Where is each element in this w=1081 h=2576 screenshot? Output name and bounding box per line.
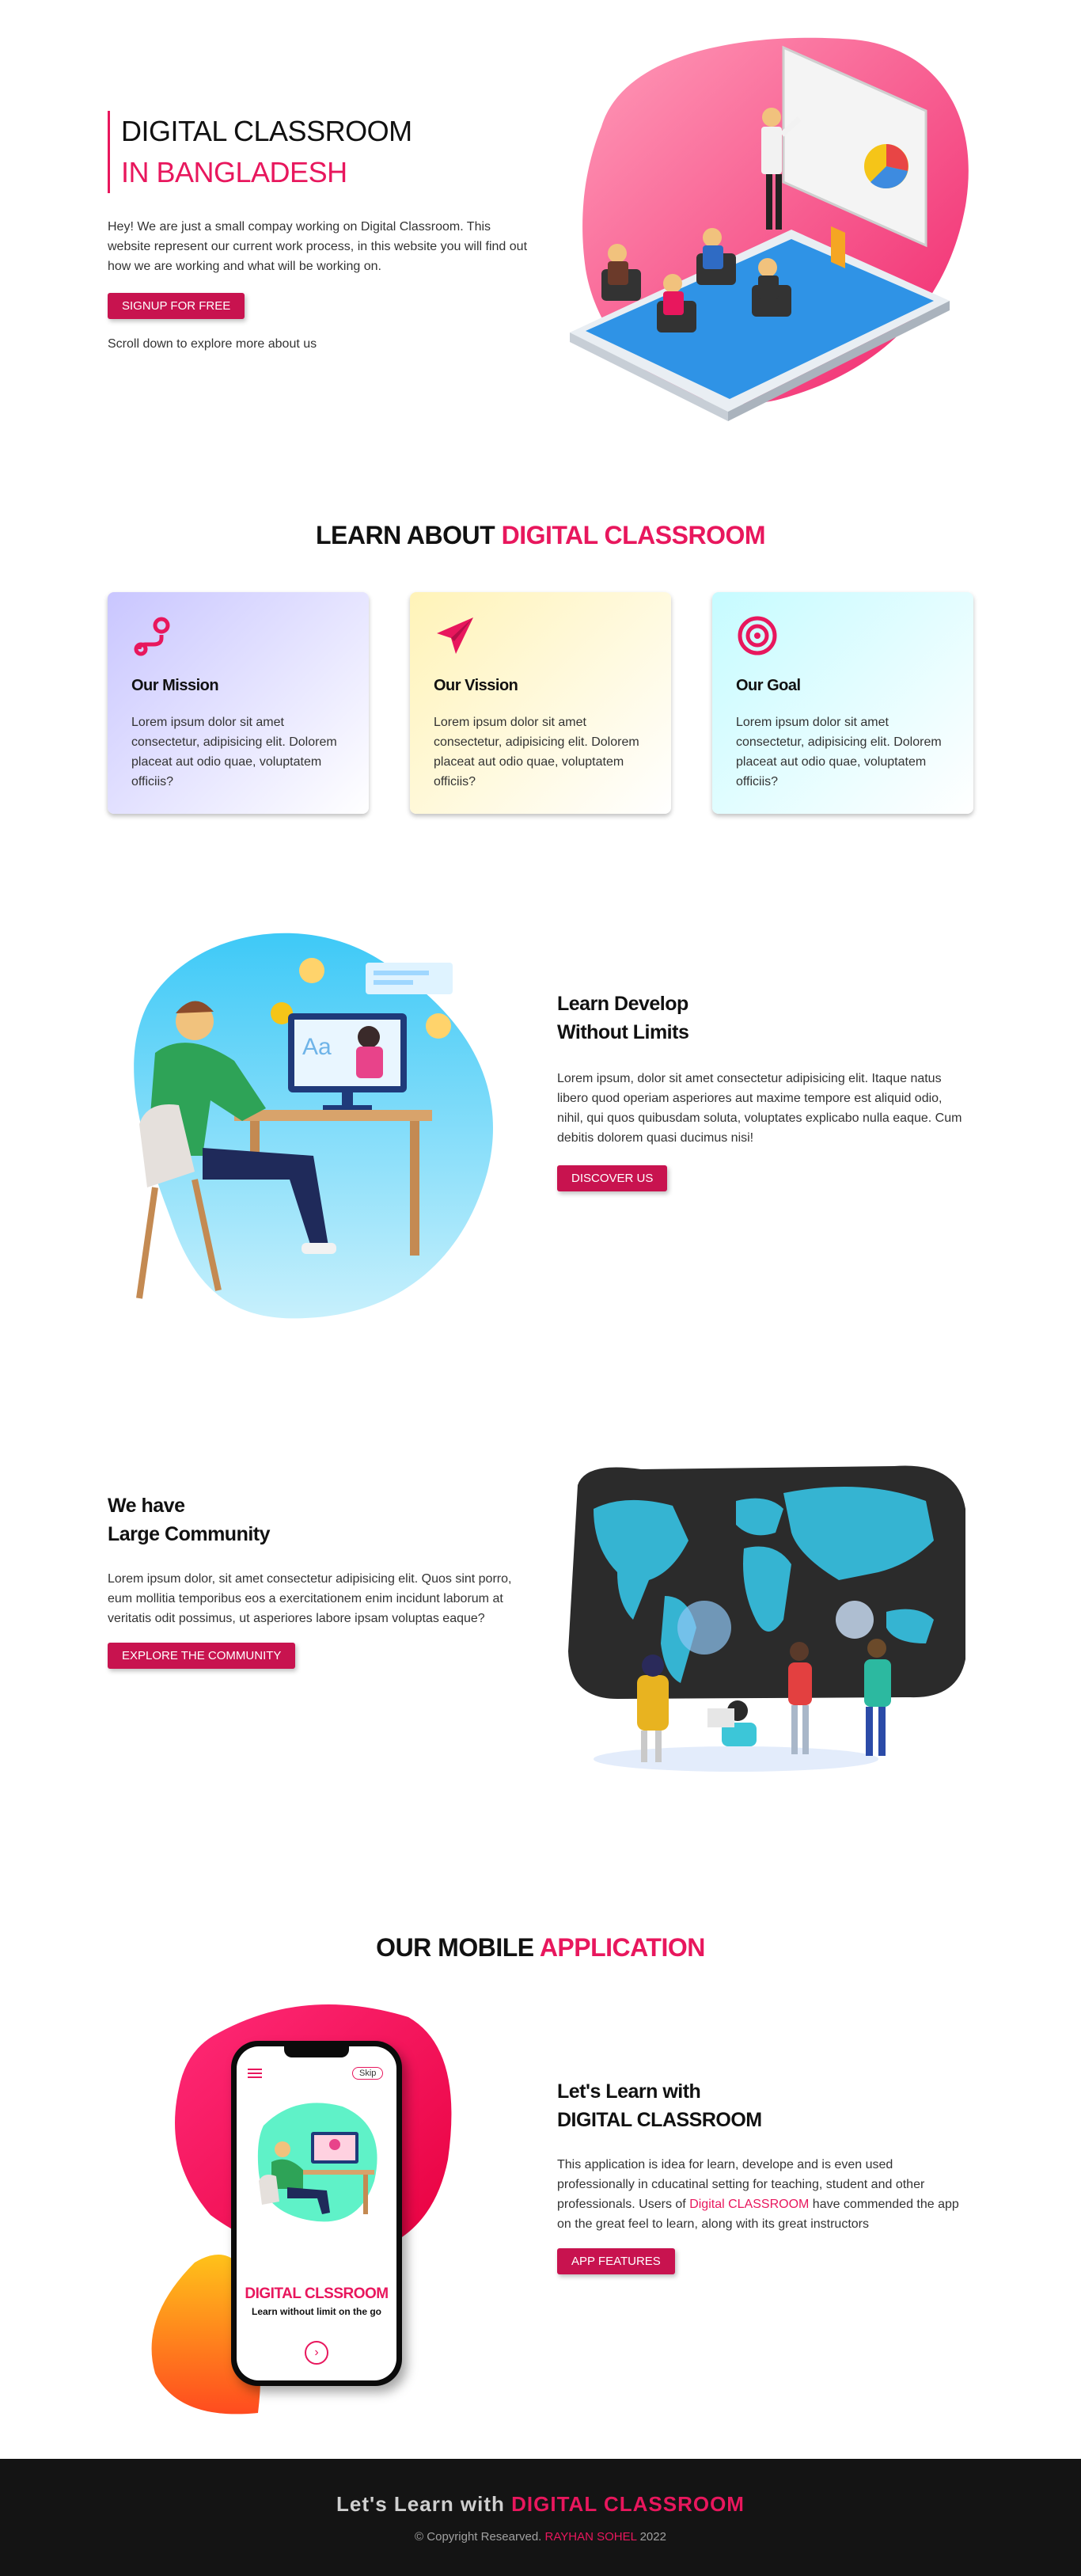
feature-cards: Our Mission Lorem ipsum dolor sit amet c…	[108, 592, 973, 815]
mobile-app-title: OUR MOBILE APPLICATION	[0, 1933, 1081, 1962]
copyright-text: © Copyright Researved.	[415, 2530, 542, 2544]
copyright: © Copyright Researved. RAYHAN SOHEL 2022	[0, 2530, 1081, 2544]
hero-description: Hey! We are just a small compay working …	[108, 220, 528, 273]
phone-tagline: Learn without limit on the go	[252, 2306, 381, 2317]
develop-title-line1: Learn Develop	[557, 993, 688, 1015]
mobile-app-title-b: APPLICATION	[539, 1933, 706, 1962]
skip-button[interactable]: Skip	[352, 2067, 384, 2080]
phone-notch	[284, 2046, 349, 2057]
copyright-year: 2022	[639, 2530, 666, 2544]
develop-title-line2: Without Limits	[557, 1021, 689, 1043]
hero-section: DIGITAL CLASSROOM IN BANGLADESH Hey! We …	[0, 0, 1081, 459]
community-title-line2: Large Community	[108, 1523, 271, 1545]
card-goal-text: Lorem ipsum dolor sit amet consectetur, …	[736, 716, 942, 788]
learn-about-title: LEARN ABOUT DIGITAL CLASSROOM	[0, 521, 1081, 550]
signup-button[interactable]: SIGNUP FOR FREE	[108, 293, 245, 319]
phone-brand: DIGITAL CLSSROOM	[245, 2285, 389, 2302]
monitor-letters: Aa	[302, 1034, 332, 1060]
mobile-app-text: This application is idea for learn, deve…	[557, 2155, 969, 2234]
card-mission: Our Mission Lorem ipsum dolor sit amet c…	[108, 592, 369, 814]
learn-about-title-b: DIGITAL CLASSROOM	[501, 521, 766, 549]
world-community-illustration	[568, 1465, 965, 1772]
hamburger-menu-icon[interactable]	[248, 2069, 262, 2078]
card-goal: Our Goal Lorem ipsum dolor sit amet cons…	[712, 592, 973, 814]
mobile-app-section: Let's Learn with DIGITAL CLASSROOM This …	[557, 2077, 969, 2274]
scroll-hint: Scroll down to explore more about us	[108, 337, 317, 351]
next-arrow-icon[interactable]: ›	[305, 2341, 328, 2365]
developer-illustration: Aa	[134, 933, 494, 1319]
footer-title: Let's Learn with DIGITAL CLASSROOM	[0, 2492, 1081, 2517]
mobile-app-title-a: OUR MOBILE	[376, 1933, 534, 1962]
community-text: Lorem ipsum dolor, sit amet consectetur …	[108, 1572, 512, 1625]
paper-plane-icon	[437, 617, 473, 654]
mobile-heading-line1: Let's Learn with	[557, 2080, 701, 2103]
develop-section: Learn Develop Without Limits Lorem ipsum…	[557, 990, 969, 1191]
community-section: We have Large Community Lorem ipsum dolo…	[108, 1491, 527, 1669]
community-title-line1: We have	[108, 1495, 185, 1517]
card-mission-text: Lorem ipsum dolor sit amet consectetur, …	[131, 716, 337, 788]
phone-screen: Skip DIGITAL CLSSROOM Learn without limi…	[237, 2046, 396, 2380]
card-vision: Our Vission Lorem ipsum dolor sit amet c…	[410, 592, 671, 814]
classroom-illustration	[570, 37, 969, 421]
card-vision-text: Lorem ipsum dolor sit amet consectetur, …	[434, 716, 639, 788]
hero-title-line1: DIGITAL CLASSROOM	[121, 115, 412, 147]
hero-title-line2: IN BANGLADESH	[121, 156, 347, 188]
discover-us-button[interactable]: DISCOVER US	[557, 1165, 668, 1191]
target-icon	[738, 616, 777, 655]
develop-text: Lorem ipsum, dolor sit amet consectetur …	[557, 1072, 962, 1145]
footer-title-b: DIGITAL CLASSROOM	[511, 2492, 745, 2516]
mobile-heading-line2: DIGITAL CLASSROOM	[557, 2109, 762, 2131]
phone-mockup: Skip DIGITAL CLSSROOM Learn without limi…	[231, 2041, 402, 2386]
app-features-button[interactable]: APP FEATURES	[557, 2248, 675, 2274]
copyright-author-link[interactable]: RAYHAN SOHEL	[545, 2530, 637, 2544]
footer-title-a: Let's Learn with	[336, 2492, 505, 2516]
mobile-text-highlight: Digital CLASSROOM	[689, 2198, 810, 2211]
hero-title: DIGITAL CLASSROOM IN BANGLADESH	[108, 111, 412, 193]
card-mission-title: Our Mission	[131, 677, 219, 694]
card-vision-title: Our Vission	[434, 677, 518, 694]
phone-illustration	[257, 2103, 377, 2222]
footer: Let's Learn with DIGITAL CLASSROOM © Cop…	[0, 2459, 1081, 2576]
route-pin-icon	[134, 617, 170, 656]
card-goal-title: Our Goal	[736, 677, 801, 694]
explore-community-button[interactable]: EXPLORE THE COMMUNITY	[108, 1643, 296, 1669]
learn-about-title-a: LEARN ABOUT	[316, 521, 495, 549]
